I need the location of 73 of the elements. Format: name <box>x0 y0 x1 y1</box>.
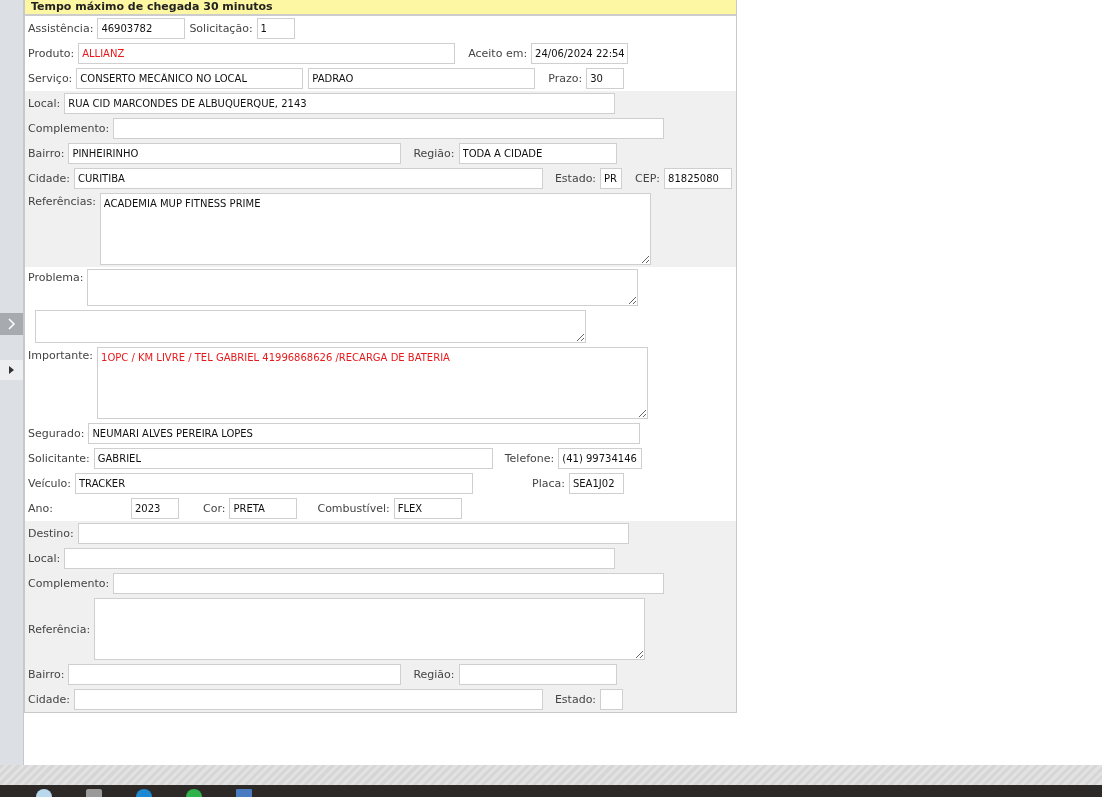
input-field[interactable] <box>68 664 402 685</box>
field-label: Estado: <box>554 693 597 706</box>
text-area[interactable]: ACADEMIA MUP FITNESS PRIME <box>99 193 651 265</box>
field-label: Destino: <box>28 527 74 540</box>
field-label: Produto: <box>28 47 75 60</box>
taskbar-icon[interactable] <box>186 789 202 797</box>
expand-button[interactable] <box>0 313 23 335</box>
field-label: Ano: <box>28 502 54 515</box>
input-field[interactable] <box>113 118 665 139</box>
text-area[interactable] <box>35 310 586 343</box>
input-field[interactable] <box>600 689 624 710</box>
field-label: CEP: <box>635 172 661 185</box>
taskbar-icon[interactable] <box>36 789 52 797</box>
input-field[interactable]: 30 <box>586 68 625 89</box>
input-field[interactable]: NEUMARI ALVES PEREIRA LOPES <box>88 423 641 444</box>
field-label: Região: <box>413 668 455 681</box>
field-label: Região: <box>413 147 455 160</box>
field-label: Placa: <box>532 477 565 490</box>
input-field[interactable] <box>73 689 543 710</box>
field-label: Cor: <box>203 502 226 515</box>
field-label: Aceito em: <box>468 47 528 60</box>
input-field[interactable]: ALLIANZ <box>78 43 456 64</box>
field-label: Complemento: <box>28 577 110 590</box>
input-field[interactable]: TODA A CIDADE <box>458 143 617 164</box>
field-label: Complemento: <box>28 122 110 135</box>
input-field[interactable]: 2023 <box>131 498 179 519</box>
input-field[interactable] <box>64 548 616 569</box>
tree-toggle[interactable] <box>0 360 23 380</box>
field-label: Serviço: <box>28 72 73 85</box>
field-label: Cidade: <box>28 172 70 185</box>
input-field[interactable]: TRACKER <box>75 473 473 494</box>
field-label: Solicitação: <box>189 22 253 35</box>
input-field[interactable]: PR <box>600 168 623 189</box>
input-field[interactable]: FLEX <box>393 498 462 519</box>
input-field[interactable]: 46903782 <box>97 18 186 39</box>
field-label: Importante: <box>28 349 93 362</box>
field-label: Problema: <box>28 271 84 284</box>
input-field[interactable]: PADRÃO <box>308 68 536 89</box>
field-label: Cidade: <box>28 693 70 706</box>
text-area[interactable] <box>87 269 639 306</box>
input-field[interactable] <box>458 664 617 685</box>
field-label: Telefone: <box>504 452 555 465</box>
input-field[interactable]: 24/06/2024 22:54 <box>531 43 629 64</box>
input-field[interactable]: RUA CID MARCONDES DE ALBUQUERQUE, 2143 <box>64 93 616 114</box>
field-label: Segurado: <box>28 427 85 440</box>
field-label: Assistência: <box>28 22 94 35</box>
input-field[interactable]: PRETA <box>229 498 298 519</box>
field-label: Veículo: <box>28 477 71 490</box>
input-field[interactable]: (41) 99734146 <box>558 448 643 469</box>
input-field[interactable]: 1 <box>256 18 295 39</box>
caret-icon <box>9 366 14 374</box>
input-field[interactable]: 81825080 <box>664 168 733 189</box>
input-field[interactable]: SEA1J02 <box>568 473 624 494</box>
input-field[interactable]: CURITIBA <box>73 168 543 189</box>
field-label: Prazo: <box>548 72 583 85</box>
input-field[interactable]: GABRIEL <box>93 448 493 469</box>
field-label: Bairro: <box>28 668 65 681</box>
chevron-icon <box>6 318 17 330</box>
field-label: Estado: <box>554 172 597 185</box>
text-area[interactable] <box>94 598 646 660</box>
input-field[interactable]: CONSERTO MECÂNICO NO LOCAL <box>76 68 304 89</box>
field-label: Local: <box>28 552 61 565</box>
field-label: Referências: <box>28 195 96 208</box>
input-field[interactable]: PINHEIRINHO <box>68 143 402 164</box>
text-area[interactable]: 1OPC / KM LIVRE / TEL GABRIEL 41996868626 /RECARGA DE BATERIA <box>97 347 648 419</box>
header-title: Tempo máximo de chegada 30 minutos <box>31 0 273 14</box>
field-label: Solicitante: <box>28 452 90 465</box>
field-label: Combustível: <box>317 502 390 515</box>
field-label: Local: <box>28 97 61 110</box>
input-field[interactable] <box>113 573 665 594</box>
field-label: Referência: <box>28 622 91 636</box>
input-field[interactable] <box>77 523 629 544</box>
field-label: Bairro: <box>28 147 65 160</box>
